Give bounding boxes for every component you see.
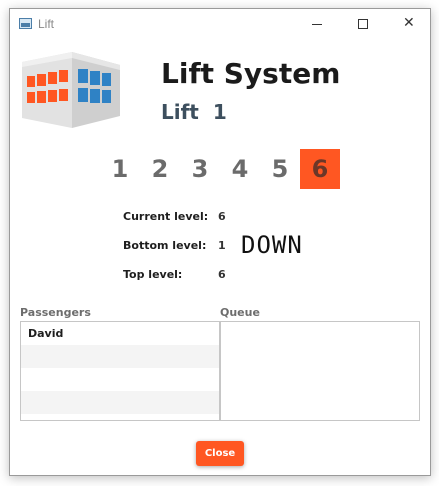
floor-button-1[interactable]: 1 [100,149,140,189]
minimize-button[interactable] [294,9,340,40]
bottom-level-value: 1 [218,239,226,252]
maximize-icon [358,19,368,29]
queue-header: Queue [220,306,260,319]
top-level-value: 6 [218,268,226,281]
passengers-list[interactable]: David [20,321,220,421]
bottom-level-label: Bottom level: [123,239,207,252]
app-title: Lift System [161,57,341,90]
minimize-icon [312,24,322,25]
empty-row [21,391,219,414]
floor-selector: 1 2 3 4 5 6 [100,149,340,189]
lift-window: Lift ✕ Lift System Lift 1 1 2 3 4 5 6 Cur… [9,8,431,476]
passenger-item[interactable]: David [21,322,219,345]
floor-button-4[interactable]: 4 [220,149,260,189]
maximize-button[interactable] [340,9,386,40]
window-close-button[interactable]: ✕ [386,9,432,40]
app-window-icon [19,18,32,29]
empty-row [21,345,219,368]
building-icon [22,52,120,128]
floor-button-6[interactable]: 6 [300,149,340,189]
lift-number: 1 [212,100,227,124]
window-title: Lift [38,17,55,31]
direction-indicator: DOWN [241,231,303,259]
empty-row [21,368,219,391]
floor-button-2[interactable]: 2 [140,149,180,189]
floor-button-5[interactable]: 5 [260,149,300,189]
title-bar[interactable]: Lift ✕ [10,9,430,40]
queue-list[interactable] [220,321,420,421]
current-level-label: Current level: [123,210,209,223]
passengers-header: Passengers [20,306,91,319]
current-level-value: 6 [218,210,226,223]
close-button[interactable]: Close [196,441,244,466]
lift-label: Lift 1 [161,100,227,124]
close-icon: ✕ [403,15,415,31]
lift-word: Lift [161,100,199,124]
top-level-label: Top level: [123,268,183,281]
floor-button-3[interactable]: 3 [180,149,220,189]
